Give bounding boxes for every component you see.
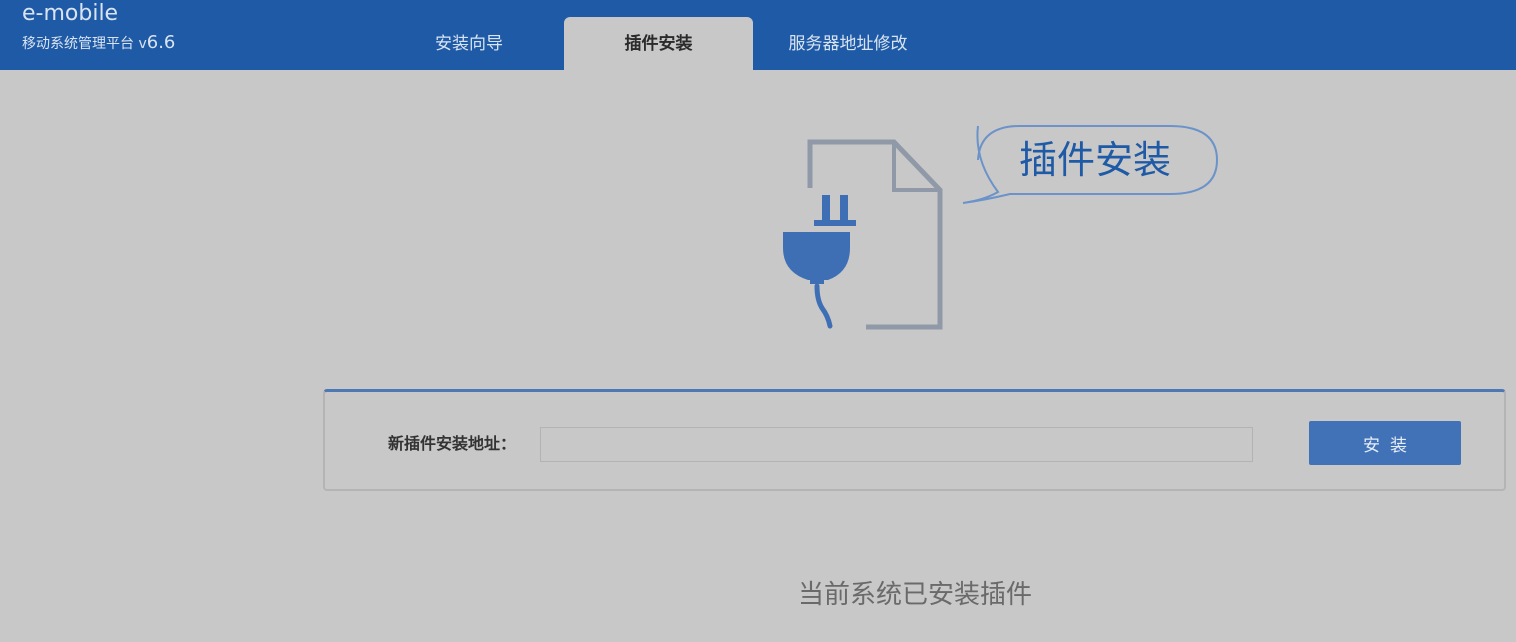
app-subtitle-text: 移动系统管理平台 v [22, 36, 147, 52]
app-version: 6.6 [146, 32, 176, 53]
tab-server-address[interactable]: 服务器地址修改 [753, 17, 943, 70]
tab-plugin-install[interactable]: 插件安装 [564, 17, 753, 70]
install-button[interactable]: 安装 [1309, 421, 1461, 465]
installed-plugins-title: 当前系统已安装插件 [797, 580, 1032, 610]
hero-title: 插件安装 [1018, 138, 1171, 182]
top-bar: e-mobile 移动系统管理平台 v6.6 安装向导 插件安装 服务器地址修改 [0, 0, 1516, 70]
tab-install-wizard[interactable]: 安装向导 [374, 17, 564, 70]
app-title: e-mobile [22, 1, 119, 26]
plugin-url-input[interactable] [540, 427, 1253, 462]
plugin-url-label: 新插件安装地址： [388, 434, 517, 453]
app-subtitle: 移动系统管理平台 v6.6 [22, 33, 175, 54]
